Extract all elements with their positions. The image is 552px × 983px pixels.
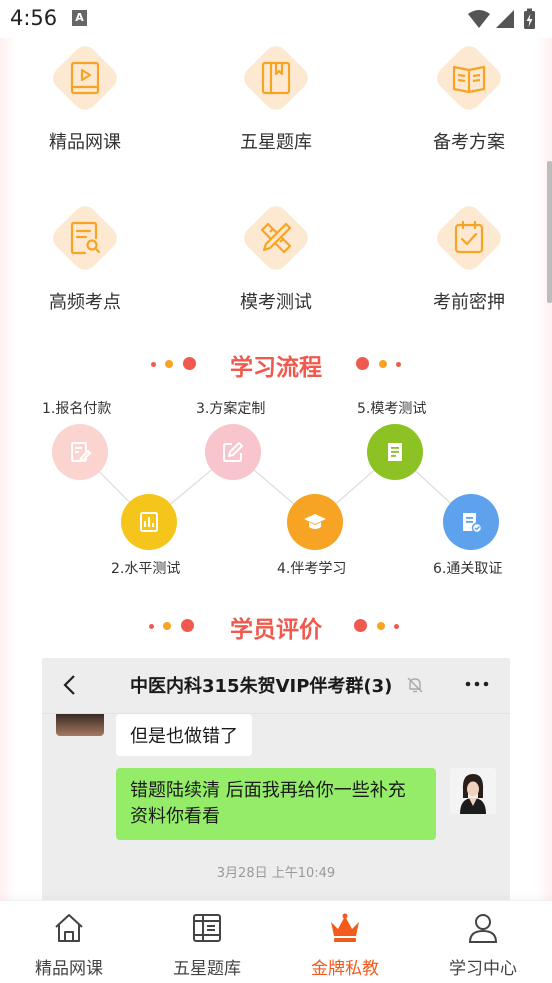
tab-label: 金牌私教 [311, 959, 379, 979]
feature-jingpin-wangke[interactable]: 精品网课 [25, 38, 145, 168]
bell-off-icon [407, 677, 423, 693]
step-2-label: 2.水平测试 [111, 561, 181, 577]
certificate-icon [463, 513, 483, 534]
step-5-node [367, 424, 423, 480]
process-title: 学习流程 [230, 355, 322, 381]
step-2-node [121, 494, 177, 550]
step-3-node [205, 424, 261, 480]
status-icons [468, 8, 535, 29]
feature-mokao-ceshi[interactable]: 模考测试 [216, 198, 336, 328]
checklist-icon [454, 220, 484, 254]
book-icon [193, 914, 221, 942]
tab-label: 精品网课 [35, 959, 103, 979]
step-6-node [443, 494, 499, 550]
reviews-title: 学员评价 [230, 617, 322, 643]
note-search-icon [70, 221, 101, 255]
chat-title: 中医内科315朱贺VIP伴考群(3) [130, 676, 393, 697]
home-icon [55, 914, 83, 942]
step-5-label: 5.模考测试 [357, 401, 427, 417]
tab-label: 五星题库 [173, 959, 241, 979]
pencil-square-icon [223, 442, 243, 462]
step-1-label: 1.报名付款 [42, 401, 112, 417]
chevron-left-icon [63, 675, 75, 695]
chat-header: 中医内科315朱贺VIP伴考群(3) [42, 658, 510, 714]
chart-icon [140, 512, 158, 532]
open-book-icon [452, 65, 486, 94]
feature-gaopin-kaodian[interactable]: 高频考点 [25, 198, 145, 328]
document-icon [388, 443, 402, 461]
step-4-node [287, 494, 343, 550]
sender-avatar [56, 714, 104, 736]
wifi-icon [468, 10, 490, 28]
process-section-header: 学习流程 [0, 344, 552, 384]
feature-label: 五星题库 [240, 132, 312, 153]
feature-kaoqian-miya[interactable]: 考前密押 [409, 198, 529, 328]
question-bank-icon [261, 61, 291, 95]
tab-jingpin-wangke[interactable]: 精品网课 [0, 901, 138, 983]
user-icon [468, 914, 498, 943]
feature-label: 备考方案 [433, 132, 505, 153]
ruler-pencil-icon [260, 222, 292, 254]
review-chat-screenshot: 中医内科315朱贺VIP伴考群(3) 但是也做错了 错题陆续清 后面我再给你一些… [42, 658, 510, 900]
status-time: 4:56 [10, 6, 58, 30]
chat-timestamp: 3月28日 上午10:49 [216, 866, 336, 881]
main-scroll-area[interactable]: 精品网课 五星题库 备考方案 高频考点 模考测试 考前密押 学习流程 1.报名付… [0, 38, 552, 900]
tab-xuexi-zhongxin[interactable]: 学习中心 [414, 901, 552, 983]
feature-wuxing-tiku[interactable]: 五星题库 [216, 38, 336, 168]
tab-label: 学习中心 [449, 959, 517, 979]
feature-beikao-fangan[interactable]: 备考方案 [409, 38, 529, 168]
reviews-section-header: 学员评价 [0, 606, 552, 646]
feature-label: 模考测试 [240, 292, 312, 313]
more-dots-icon [465, 681, 489, 687]
notification-a-icon: A [72, 10, 87, 26]
bottom-tab-bar: 精品网课 五星题库 金牌私教 学习中心 [0, 900, 552, 983]
graduation-cap-icon [304, 514, 326, 529]
chat-message-outgoing: 错题陆续清 后面我再给你一些补充资料你看看 [116, 768, 436, 840]
status-bar: 4:56 A [0, 0, 552, 38]
tab-jinpai-sijiao[interactable]: 金牌私教 [276, 901, 414, 983]
video-book-icon [70, 61, 100, 95]
tab-wuxing-tiku[interactable]: 五星题库 [138, 901, 276, 983]
crown-icon [331, 913, 359, 942]
edit-form-icon [71, 442, 92, 463]
teacher-avatar [450, 768, 496, 814]
step-3-label: 3.方案定制 [196, 401, 266, 417]
step-4-label: 4.伴考学习 [277, 561, 347, 577]
signal-icon [496, 10, 514, 28]
feature-label: 高频考点 [49, 292, 121, 313]
feature-label: 考前密押 [433, 292, 505, 313]
step-1-node [52, 424, 108, 480]
scrollbar-thumb[interactable] [547, 161, 552, 303]
feature-label: 精品网课 [49, 132, 121, 153]
chat-message-incoming: 但是也做错了 [116, 714, 252, 756]
step-6-label: 6.通关取证 [433, 561, 503, 577]
